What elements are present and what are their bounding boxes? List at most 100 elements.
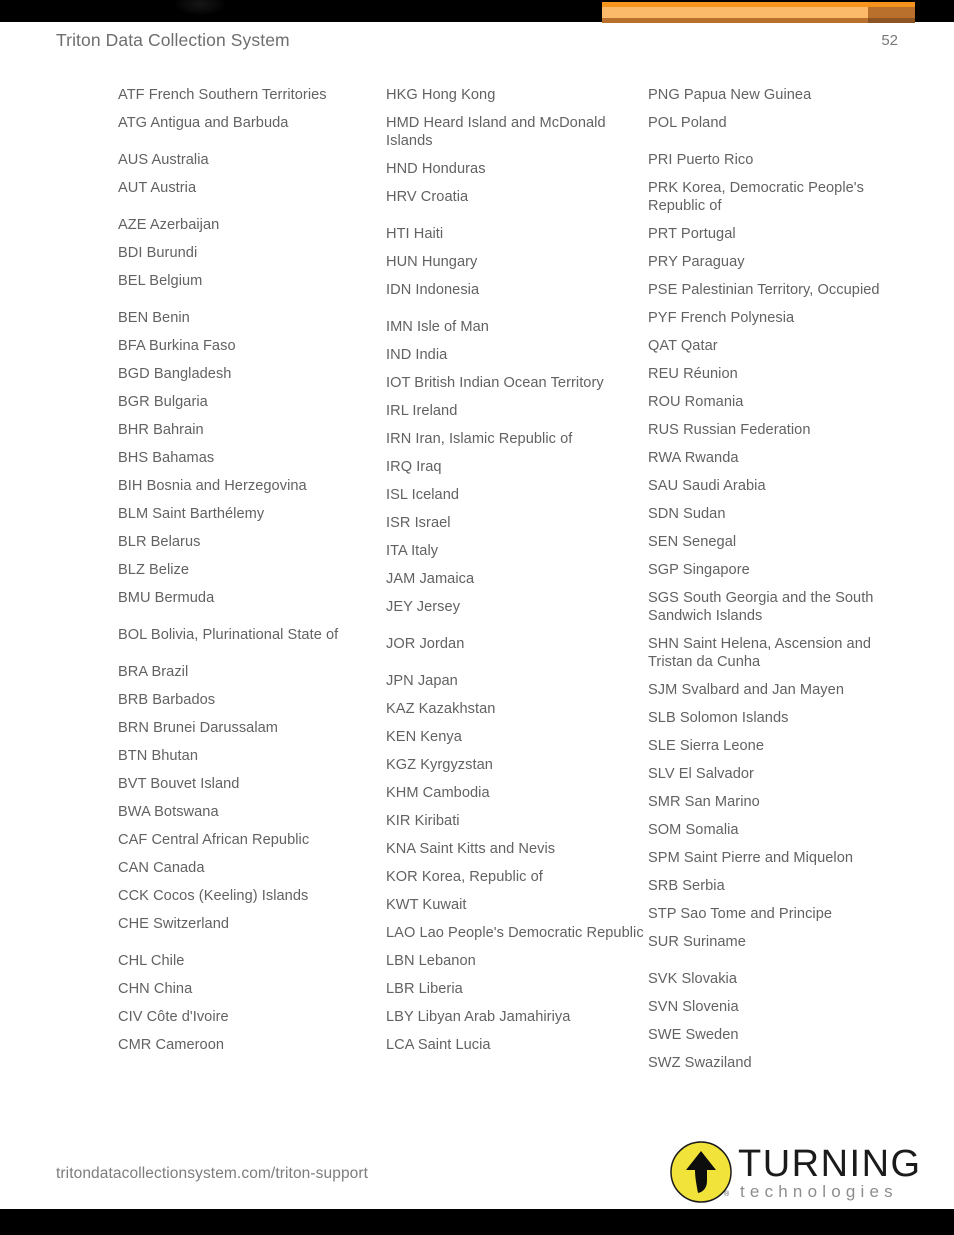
- country-entry: CAN Canada: [118, 860, 205, 876]
- country-entry: IRN Iran, Islamic Republic of: [386, 431, 573, 447]
- country-entry: ATG Antigua and Barbuda: [118, 115, 289, 131]
- country-entry: CMR Cameroon: [118, 1037, 225, 1053]
- country-entry: KHM Cambodia: [386, 785, 490, 801]
- country-entry: IOT British Indian Ocean Territory: [386, 375, 604, 391]
- country-entry: BIH Bosnia and Herzegovina: [118, 478, 307, 494]
- country-entry: SUR Suriname: [648, 934, 746, 950]
- country-entry: SGS South Georgia and the South Sandwich…: [648, 590, 874, 624]
- band-texture: [0, 0, 600, 22]
- country-entry: PRI Puerto Rico: [648, 152, 754, 168]
- running-header: Triton Data Collection System 52: [0, 30, 954, 60]
- support-url[interactable]: tritondatacollectionsystem.com/triton-su…: [56, 1165, 368, 1183]
- country-entry: SHN Saint Helena, Ascension and Tristan …: [648, 636, 872, 670]
- country-entry: IMN Isle of Man: [386, 319, 489, 335]
- ribbon-fold-bottom: [868, 18, 915, 23]
- country-entry: PYF French Polynesia: [648, 310, 795, 326]
- country-entry: AZE Azerbaijan: [118, 217, 220, 233]
- country-entry: SAU Saudi Arabia: [648, 478, 766, 494]
- country-entry: SRB Serbia: [648, 878, 725, 894]
- country-entry: SVK Slovakia: [648, 971, 738, 987]
- country-entry: PRK Korea, Democratic People's Republic …: [648, 180, 864, 214]
- country-entry: JAM Jamaica: [386, 571, 475, 587]
- country-entry: KIR Kiribati: [386, 813, 460, 829]
- country-column-3: PNG Papua New Guinea POL Poland PRI Puerto…: [648, 86, 898, 1082]
- country-entry: HKG Hong Kong: [386, 87, 496, 103]
- country-entry: SWZ Swaziland: [648, 1055, 752, 1071]
- country-entry: CAF Central African Republic: [118, 832, 310, 848]
- yellow-circle-arrow-icon: [670, 1141, 732, 1203]
- country-entry: JPN Japan: [386, 673, 458, 689]
- country-entry: BRN Brunei Darussalam: [118, 720, 279, 736]
- country-entry: PRY Paraguay: [648, 254, 745, 270]
- country-entry: SEN Senegal: [648, 534, 737, 550]
- country-entry: HND Honduras: [386, 161, 486, 177]
- country-entry: BLR Belarus: [118, 534, 201, 550]
- country-entry: BWA Botswana: [118, 804, 219, 820]
- country-entry: ROU Romania: [648, 394, 744, 410]
- page-number: 52: [881, 32, 898, 49]
- country-entry: SVN Slovenia: [648, 999, 739, 1015]
- orange-ribbon-graphic: [602, 0, 915, 23]
- country-code-columns: ATF French Southern Territories ATG Antig…: [0, 86, 954, 1082]
- country-entry: SOM Somalia: [648, 822, 739, 838]
- country-entry: JEY Jersey: [386, 599, 461, 615]
- country-entry: CHE Switzerland: [118, 916, 230, 932]
- country-entry: BRB Barbados: [118, 692, 216, 708]
- country-entry: IRQ Iraq: [386, 459, 442, 475]
- country-entry: SMR San Marino: [648, 794, 760, 810]
- country-entry: BGR Bulgaria: [118, 394, 208, 410]
- country-entry: ITA Italy: [386, 543, 439, 559]
- country-entry: POL Poland: [648, 115, 727, 131]
- country-entry: BHR Bahrain: [118, 422, 204, 438]
- country-entry: IND India: [386, 347, 448, 363]
- country-entry: LCA Saint Lucia: [386, 1037, 491, 1053]
- country-entry: KEN Kenya: [386, 729, 462, 745]
- country-entry: RUS Russian Federation: [648, 422, 811, 438]
- country-entry: BVT Bouvet Island: [118, 776, 240, 792]
- country-column-1: ATF French Southern Territories ATG Antig…: [118, 86, 386, 1082]
- country-entry: IDN Indonesia: [386, 282, 480, 298]
- ribbon-fold-middle: [868, 7, 915, 18]
- document-page: Triton Data Collection System 52 ATF Fre…: [0, 0, 954, 1235]
- country-entry: PRT Portugal: [648, 226, 736, 242]
- country-entry: HRV Croatia: [386, 189, 469, 205]
- country-entry: SWE Sweden: [648, 1027, 739, 1043]
- country-entry: SLE Sierra Leone: [648, 738, 765, 754]
- document-title: Triton Data Collection System: [56, 30, 290, 50]
- country-entry: PNG Papua New Guinea: [648, 87, 812, 103]
- country-entry: SLV El Salvador: [648, 766, 754, 782]
- country-entry: KWT Kuwait: [386, 897, 467, 913]
- country-entry: QAT Qatar: [648, 338, 718, 354]
- country-entry: BFA Burkina Faso: [118, 338, 236, 354]
- country-entry: LBR Liberia: [386, 981, 463, 997]
- country-entry: SLB Solomon Islands: [648, 710, 789, 726]
- country-entry: REU Réunion: [648, 366, 738, 382]
- country-entry: SDN Sudan: [648, 506, 726, 522]
- country-entry: RWA Rwanda: [648, 450, 739, 466]
- country-entry: BOL Bolivia, Plurinational State of: [118, 627, 339, 643]
- country-entry: CIV Côte d'Ivoire: [118, 1009, 229, 1025]
- country-entry: KGZ Kyrgyzstan: [386, 757, 493, 773]
- country-entry: CCK Cocos (Keeling) Islands: [118, 888, 309, 904]
- country-entry: ISR Israel: [386, 515, 451, 531]
- country-entry: HTI Haiti: [386, 226, 444, 242]
- country-entry: BRA Brazil: [118, 664, 189, 680]
- country-entry: HUN Hungary: [386, 254, 478, 270]
- country-entry: CHL Chile: [118, 953, 185, 969]
- country-entry: LAO Lao People's Democratic Republic: [386, 925, 644, 941]
- country-entry: SGP Singapore: [648, 562, 750, 578]
- country-entry: KNA Saint Kitts and Nevis: [386, 841, 556, 857]
- top-black-band: [0, 0, 954, 23]
- logo-subtitle: technologies: [740, 1182, 898, 1201]
- country-entry: BMU Bermuda: [118, 590, 215, 606]
- country-entry: AUT Austria: [118, 180, 197, 196]
- country-entry: HMD Heard Island and McDonald Islands: [386, 115, 606, 149]
- country-entry: BHS Bahamas: [118, 450, 215, 466]
- country-entry: KOR Korea, Republic of: [386, 869, 543, 885]
- country-entry: PSE Palestinian Territory, Occupied: [648, 282, 880, 298]
- turning-technologies-logo: ® TURNING technologies: [670, 1139, 920, 1205]
- country-entry: ISL Iceland: [386, 487, 460, 503]
- country-entry: BEL Belgium: [118, 273, 203, 289]
- country-entry: IRL Ireland: [386, 403, 458, 419]
- country-entry: LBY Libyan Arab Jamahiriya: [386, 1009, 571, 1025]
